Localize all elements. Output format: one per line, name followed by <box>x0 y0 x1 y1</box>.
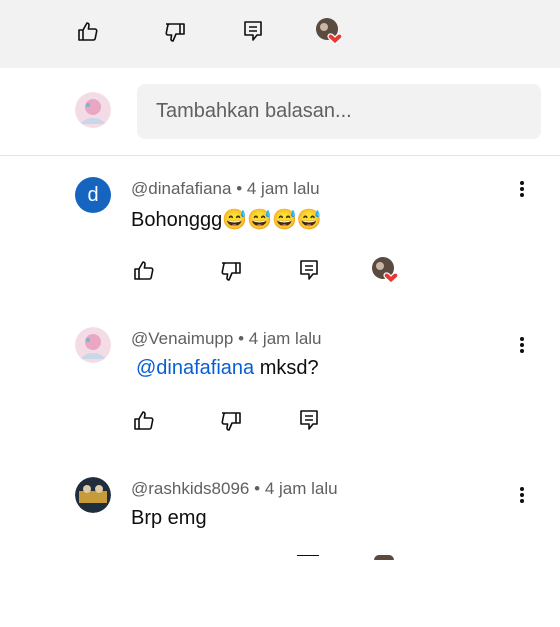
avatar[interactable] <box>75 327 111 363</box>
comment-text: Brp emg <box>131 507 207 529</box>
comment-author[interactable]: @Venaimupp <box>131 329 233 348</box>
reply-input[interactable]: Tambahkan balasan... <box>137 84 541 139</box>
reply-icon[interactable] <box>297 408 321 432</box>
comment-body: mksd? <box>254 357 319 379</box>
comment-item: @Venaimupp • 4 jam lalu @dinafafiana mks… <box>0 327 560 477</box>
more-options-icon[interactable] <box>516 177 528 201</box>
separator: • <box>254 479 261 498</box>
comment-time: 4 jam lalu <box>264 479 338 498</box>
dislike-icon[interactable] <box>219 259 243 283</box>
separator: • <box>236 179 243 198</box>
dislike-icon[interactable] <box>219 409 243 433</box>
like-icon[interactable] <box>76 20 100 44</box>
comment-text: Bohonggg😅😅😅😅 <box>131 209 322 231</box>
comment-time: 4 jam lalu <box>248 329 322 348</box>
mention-link[interactable]: @dinafafiana <box>136 357 254 379</box>
reply-icon[interactable] <box>297 258 321 282</box>
more-options-icon[interactable] <box>516 483 528 507</box>
creator-heart-icon <box>316 18 342 44</box>
more-options-icon[interactable] <box>516 333 528 357</box>
reply-icon[interactable] <box>297 555 319 561</box>
user-avatar <box>75 92 111 128</box>
comment-item: @rashkids8096 • 4 jam lalu Brp emg <box>0 477 560 627</box>
separator: • <box>238 329 245 348</box>
comment-meta: @Venaimupp • 4 jam lalu <box>131 329 322 349</box>
reply-icon[interactable] <box>241 19 265 43</box>
like-icon[interactable] <box>132 259 156 283</box>
comment-author[interactable]: @rashkids8096 <box>131 479 249 498</box>
avatar[interactable]: d <box>75 177 111 213</box>
comment-time: 4 jam lalu <box>246 179 320 198</box>
comment-meta: @dinafafiana • 4 jam lalu <box>131 179 320 199</box>
comment-author[interactable]: @dinafafiana <box>131 179 231 198</box>
like-icon[interactable] <box>132 409 156 433</box>
top-action-bar <box>0 0 560 68</box>
dislike-icon[interactable] <box>163 20 187 44</box>
avatar[interactable] <box>75 477 111 513</box>
creator-heart-icon <box>372 257 398 283</box>
comment-text: @dinafafiana mksd? <box>136 357 319 380</box>
creator-heart-icon <box>374 555 394 560</box>
reply-composer: Tambahkan balasan... <box>0 68 560 156</box>
comment-meta: @rashkids8096 • 4 jam lalu <box>131 479 338 499</box>
comment-item: d @dinafafiana • 4 jam lalu Bohonggg😅😅😅😅 <box>0 177 560 327</box>
